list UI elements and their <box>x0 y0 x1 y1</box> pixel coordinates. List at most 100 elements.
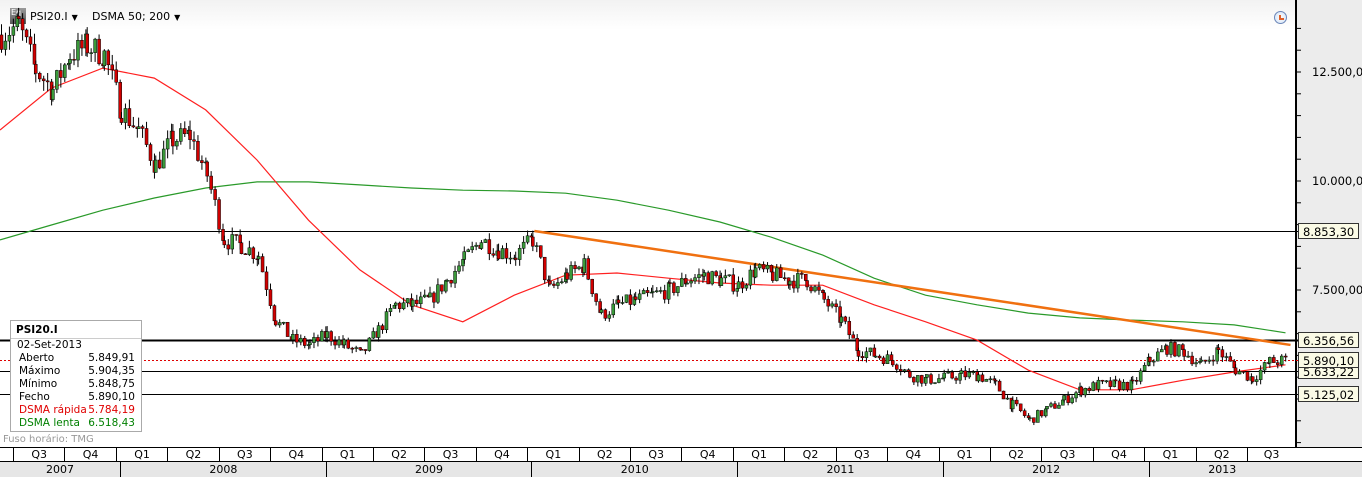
candle <box>645 290 650 293</box>
quarter-label: Q1 <box>732 448 784 461</box>
candle <box>693 277 697 282</box>
candle <box>140 126 145 129</box>
candle <box>45 80 50 83</box>
candle <box>843 316 848 322</box>
info-value: 5.848,75 <box>88 378 135 390</box>
candle <box>397 302 402 309</box>
price-chart[interactable] <box>0 0 1362 447</box>
candle <box>350 347 354 350</box>
candle <box>504 248 509 259</box>
candle <box>230 234 234 250</box>
candle <box>753 267 758 278</box>
candle <box>839 316 844 323</box>
candle <box>689 280 693 284</box>
candle <box>908 371 912 378</box>
candle <box>359 348 364 351</box>
candle <box>898 369 903 372</box>
candle <box>988 378 993 381</box>
candle <box>877 355 882 359</box>
year-label: 2012 <box>942 462 1149 477</box>
candle <box>110 64 115 71</box>
candle <box>273 320 278 326</box>
candle <box>295 334 299 343</box>
date-value: 02-Set-2013 <box>17 339 82 351</box>
candle <box>85 33 89 54</box>
candle <box>346 339 351 349</box>
candle <box>1268 357 1272 364</box>
quarter-label: Q2 <box>578 448 630 461</box>
candle <box>41 78 46 82</box>
candle <box>624 294 629 303</box>
candle <box>1203 359 1208 362</box>
candle <box>196 141 200 161</box>
info-row: DSMA rápida 5.784,19 <box>11 404 141 417</box>
candle <box>864 351 869 359</box>
candle <box>308 342 312 345</box>
candle <box>1245 371 1250 381</box>
axis-label: 10.000,00 <box>1312 174 1362 188</box>
candle <box>1087 388 1091 391</box>
quarter-label: Q4 <box>681 448 732 461</box>
candle <box>479 242 484 249</box>
candle <box>1152 360 1156 363</box>
candle <box>942 372 946 379</box>
quarter-label: Q2 <box>784 448 835 461</box>
candle <box>539 245 543 258</box>
candle <box>148 144 153 161</box>
candle <box>984 379 989 382</box>
candle <box>902 369 907 372</box>
info-label: Aberto <box>19 352 55 364</box>
candle <box>363 349 368 351</box>
candle <box>916 375 920 383</box>
candle <box>411 299 415 307</box>
candle <box>967 371 972 378</box>
candle <box>620 302 625 304</box>
candle <box>805 280 809 288</box>
candle <box>792 280 796 289</box>
candle <box>483 239 488 243</box>
candle <box>7 35 12 42</box>
candle <box>222 240 227 246</box>
candle <box>680 278 684 287</box>
candle <box>1169 342 1173 355</box>
quarter-label: Q3 <box>424 448 475 461</box>
candle <box>432 292 436 303</box>
candle <box>651 291 655 293</box>
candle <box>205 161 209 177</box>
candle <box>1199 359 1204 362</box>
candle <box>736 281 741 289</box>
candle <box>188 129 192 141</box>
candle <box>658 290 663 292</box>
candle <box>946 371 950 374</box>
timezone-label: Fuso horário: TMG <box>3 434 94 445</box>
candle <box>97 38 101 65</box>
candle <box>1194 362 1198 365</box>
candle <box>1250 376 1255 382</box>
candle <box>778 267 783 279</box>
candle <box>1005 397 1010 400</box>
candle <box>239 242 244 254</box>
candle <box>569 265 573 280</box>
candle <box>573 265 577 270</box>
candle <box>856 350 861 357</box>
price-level-label: 5.125,02 <box>1298 385 1360 402</box>
candle <box>474 244 478 247</box>
candle <box>1022 410 1027 416</box>
candle <box>714 271 718 276</box>
info-label: Mínimo <box>19 378 58 390</box>
candle <box>881 357 886 364</box>
candle <box>0 34 4 50</box>
candle <box>445 280 449 282</box>
candle <box>1028 417 1032 419</box>
info-value: 6.518,43 <box>88 417 135 429</box>
quarter-axis: Q3 Q4 Q1 Q2 Q3 Q4 Q1 Q2 Q3 Q4 Q1 Q2 Q3 Q4 Q1 Q2 Q3 Q4 Q1 Q2… <box>0 447 1362 462</box>
candle <box>1211 359 1215 362</box>
candle <box>731 274 736 292</box>
candle <box>1283 355 1288 358</box>
candle <box>436 284 440 303</box>
candle <box>706 272 710 285</box>
candle <box>851 334 855 339</box>
candle <box>380 325 385 330</box>
candle <box>672 282 676 293</box>
candle <box>513 257 518 260</box>
